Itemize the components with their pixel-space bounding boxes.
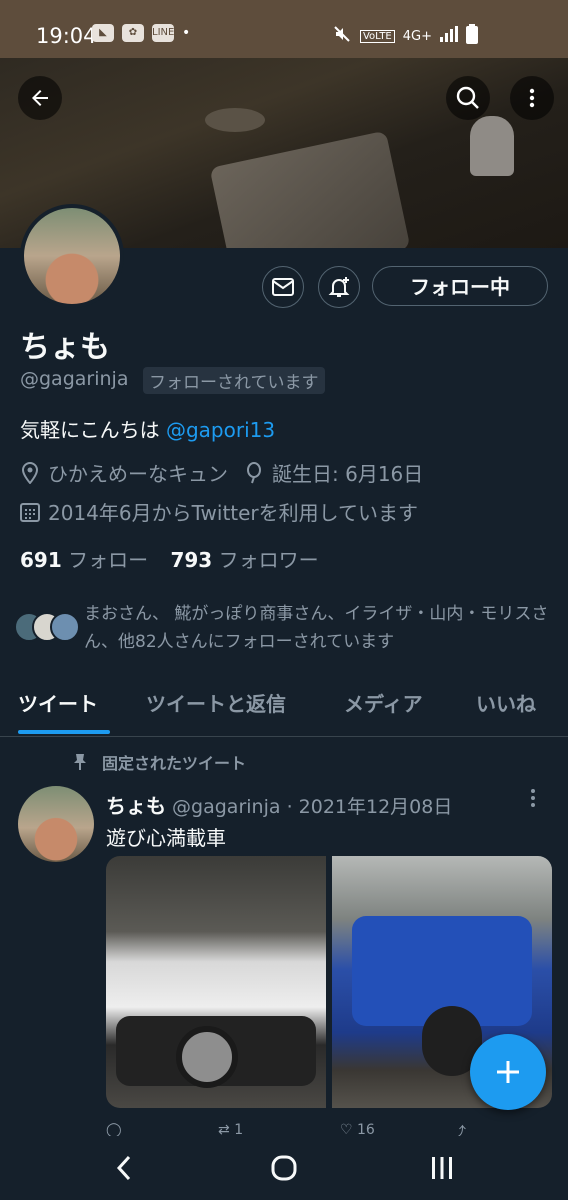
pinned-text: 固定されたツイート — [102, 754, 247, 773]
recents-icon — [432, 1157, 452, 1179]
chevron-left-icon — [116, 1155, 131, 1181]
plus-icon — [497, 1061, 519, 1083]
followers-count: 793 — [170, 548, 213, 572]
profile-avatar[interactable] — [20, 204, 124, 308]
calendar-icon — [20, 502, 40, 522]
nav-back-button[interactable] — [104, 1152, 144, 1184]
tab-tweets[interactable]: ツイート — [18, 688, 98, 717]
profile-name: ちょも — [20, 330, 110, 365]
search-icon — [456, 86, 479, 109]
tweet-more-button[interactable] — [530, 788, 536, 813]
compose-tweet-button[interactable] — [470, 1034, 546, 1110]
notification-icon: ◣ — [92, 24, 114, 42]
search-button[interactable] — [446, 76, 490, 120]
tweet-header: ちょも @gagarinja · 2021年12月08日 — [106, 790, 452, 819]
balloon-icon — [247, 461, 261, 483]
profile-location: ひかえめーなキュン — [48, 462, 228, 486]
system-nav-bar — [0, 1136, 568, 1200]
cloud-icon: ✿ — [122, 24, 144, 42]
tweet-text: 遊び心満載車 — [106, 826, 226, 850]
status-time: 19:04 — [36, 24, 97, 48]
banner-vehicle — [209, 130, 411, 248]
profile-bio: 気軽にこんちは @gapori13 — [20, 414, 275, 443]
mail-icon — [272, 278, 294, 296]
follow-counts: 691 フォロー 793 フォロワー — [20, 544, 319, 573]
home-circle-icon — [271, 1155, 297, 1181]
followers-label: フォロワー — [218, 548, 319, 572]
bio-text: 気軽にこんちは — [20, 418, 166, 442]
active-tab-indicator — [18, 730, 110, 734]
following-button[interactable]: フォロー中 — [372, 266, 548, 306]
bell-plus-icon — [328, 277, 350, 297]
status-left-icons: ◣ ✿ LINE • — [92, 24, 190, 42]
banner-tire — [205, 108, 265, 132]
battery-icon — [466, 24, 478, 48]
follows-you-badge: フォローされています — [143, 367, 325, 394]
more-vertical-icon — [531, 789, 535, 807]
profile-birthday: 誕生日: 6月16日 — [272, 462, 424, 486]
profile-meta-location-birthday: ひかえめーなキュン 誕生日: 6月16日 — [20, 458, 423, 487]
profile-handle: @gagarinja — [20, 368, 129, 390]
notifications-button[interactable] — [318, 266, 360, 308]
back-button[interactable] — [18, 76, 62, 120]
line-icon: LINE — [152, 24, 174, 42]
more-options-button[interactable] — [510, 76, 554, 120]
tab-tweets-replies[interactable]: ツイートと返信 — [146, 688, 286, 717]
back-arrow-icon — [32, 90, 48, 106]
tweet-author-avatar[interactable] — [18, 786, 94, 862]
known-followers-text: まおさん、 𩸽がっぽり商事さん、イライザ・山内・モリスさん、他82人さんにフォロ… — [84, 604, 549, 652]
bio-mention-link[interactable]: @gapori13 — [166, 418, 275, 442]
tweet-separator: · — [286, 796, 293, 818]
volte-icon: VoLTE — [359, 29, 395, 43]
dot-icon: • — [182, 25, 191, 41]
tweet-media-photo-1[interactable] — [106, 856, 326, 1108]
more-vertical-icon — [529, 88, 535, 108]
nav-home-button[interactable] — [264, 1152, 304, 1184]
following-link[interactable]: 691 フォロー — [20, 548, 148, 572]
nav-recents-button[interactable] — [422, 1152, 462, 1184]
tweet-author-handle[interactable]: @gagarinja — [172, 796, 280, 818]
status-right-icons: VoLTE 4G+ — [332, 24, 478, 48]
profile-tabs: ツイート ツイートと返信 メディア いいね — [0, 680, 568, 737]
following-count: 691 — [20, 548, 62, 572]
status-bar: 19:04 ◣ ✿ LINE • VoLTE 4G+ — [0, 0, 568, 58]
tweet-author-name[interactable]: ちょも — [106, 794, 166, 818]
message-button[interactable] — [262, 266, 304, 308]
tab-likes[interactable]: いいね — [476, 688, 536, 717]
mute-icon — [332, 24, 352, 48]
pinned-tweet-label: 固定されたツイート — [72, 750, 246, 774]
tab-media[interactable]: メディア — [344, 688, 423, 717]
known-follower-avatar — [50, 612, 80, 642]
tweet-date[interactable]: 2021年12月08日 — [299, 796, 453, 818]
banner-person — [470, 116, 514, 176]
network-icon: 4G+ — [402, 28, 432, 44]
location-icon — [21, 461, 39, 484]
pin-icon — [74, 754, 86, 770]
following-label: フォロー — [68, 548, 149, 572]
wheel-detail — [176, 1026, 238, 1088]
profile-joined: 2014年6月からTwitterを利用しています — [48, 501, 419, 525]
profile-meta-joined: 2014年6月からTwitterを利用しています — [20, 497, 418, 526]
followers-link[interactable]: 793 フォロワー — [170, 548, 318, 572]
signal-icon — [440, 26, 458, 46]
